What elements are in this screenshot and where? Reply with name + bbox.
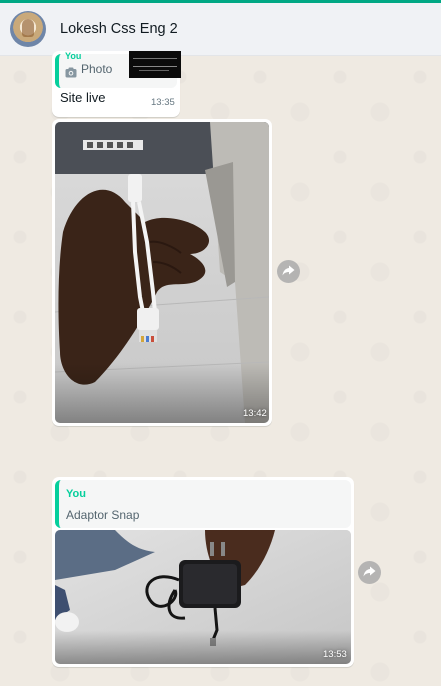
quoted-message[interactable]: You Adaptor Snap: [55, 480, 351, 528]
poe-adapter-photo: [55, 122, 269, 423]
message-time: 13:42: [243, 408, 267, 419]
chat-title[interactable]: Lokesh Css Eng 2: [60, 21, 178, 37]
quote-photo-label: Photo: [81, 62, 113, 76]
avatar[interactable]: [10, 11, 46, 47]
quote-text: Adaptor Snap: [66, 508, 140, 522]
forward-button[interactable]: [277, 260, 300, 283]
quote-sender: You: [65, 51, 82, 61]
message-list[interactable]: You Photo Site live 13:35 13:42 You Adap…: [0, 51, 441, 686]
message-bubble-site-live[interactable]: You Photo Site live 13:35: [52, 51, 181, 117]
quote-thumbnail: [129, 51, 181, 78]
message-image[interactable]: [55, 122, 269, 423]
camera-icon: [65, 65, 77, 83]
message-time: 13:35: [151, 97, 175, 108]
message-image[interactable]: [55, 530, 351, 664]
message-time: 13:53: [323, 649, 347, 660]
message-bubble-image[interactable]: 13:42: [52, 119, 272, 426]
forward-icon: [363, 564, 376, 582]
chat-header[interactable]: Lokesh Css Eng 2: [0, 3, 441, 56]
message-bubble-adaptor[interactable]: You Adaptor Snap 13:53: [52, 477, 354, 667]
quote-sender: You: [66, 488, 86, 500]
quoted-photo[interactable]: You Photo: [55, 51, 181, 88]
forward-icon: [282, 263, 295, 281]
adaptor-photo: [55, 530, 351, 664]
forward-button[interactable]: [358, 561, 381, 584]
message-text: Site live: [60, 90, 106, 105]
